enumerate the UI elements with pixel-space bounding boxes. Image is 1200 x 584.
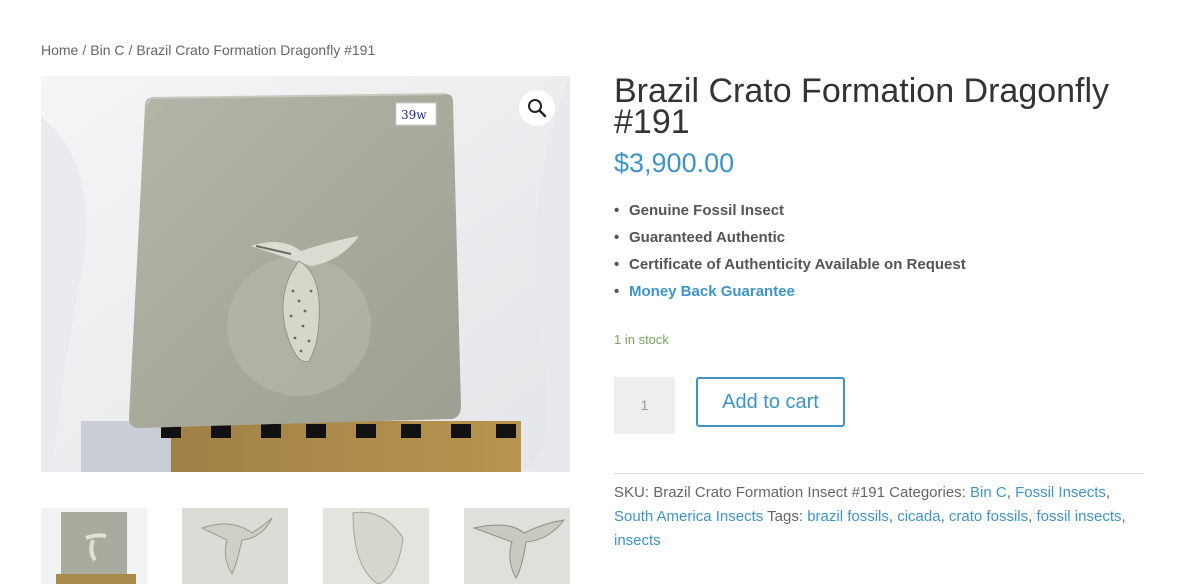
product-main-image[interactable]: 39w	[41, 76, 570, 472]
breadcrumb-separator: /	[82, 42, 87, 58]
product-title: Brazil Crato Formation Dragonfly #191	[614, 72, 1110, 141]
breadcrumb-current: Brazil Crato Formation Dragonfly #191	[136, 42, 376, 58]
specimen-label: 39w	[401, 108, 427, 122]
fossil-photo: 39w	[41, 76, 570, 472]
product-page: Home / Bin C / Brazil Crato Formation Dragon…	[0, 0, 1200, 584]
sku-label: SKU:	[614, 484, 650, 501]
thumbnail-3[interactable]	[323, 508, 429, 584]
tag-link[interactable]: crato fossils	[949, 508, 1028, 525]
add-to-cart-button[interactable]: Add to cart	[696, 377, 845, 427]
tag-link[interactable]: insects	[614, 532, 661, 549]
feature-item: • Genuine Fossil Insect	[614, 202, 785, 219]
divider	[614, 473, 1144, 474]
categories-label: Categories:	[889, 484, 966, 501]
breadcrumb-separator: /	[128, 42, 133, 58]
quantity-input[interactable]: 1	[614, 377, 675, 434]
category-link[interactable]: Bin C	[970, 484, 1007, 501]
thumbnail-1[interactable]	[41, 508, 147, 584]
sku-value: Brazil Crato Formation Insect #191	[653, 484, 885, 501]
magnifier-icon[interactable]	[519, 90, 555, 126]
tag-link[interactable]: cicada	[897, 508, 940, 525]
category-link[interactable]: Fossil Insects	[1015, 484, 1106, 501]
thumbnail-2[interactable]	[182, 508, 288, 584]
thumbnail-4[interactable]	[464, 508, 570, 584]
product-meta: SKU: Brazil Crato Formation Insect #191 …	[614, 484, 1126, 549]
breadcrumb: Home / Bin C / Brazil Crato Formation Dragon…	[41, 42, 375, 58]
money-back-guarantee-link[interactable]: • Money Back Guarantee	[614, 281, 966, 308]
category-link[interactable]: South America Insects	[614, 508, 763, 525]
feature-item: • Certificate of Authenticity Available o…	[614, 256, 966, 273]
tag-link[interactable]: brazil fossils	[807, 508, 889, 525]
feature-list: • Genuine Fossil Insect • Guaranteed Authe…	[614, 200, 966, 308]
breadcrumb-home[interactable]: Home	[41, 42, 78, 58]
breadcrumb-bin-c[interactable]: Bin C	[90, 42, 124, 58]
tags-label: Tags:	[767, 508, 804, 525]
tag-link[interactable]: fossil insects	[1036, 508, 1121, 525]
feature-item: • Guaranteed Authentic	[614, 229, 786, 246]
product-price: $3,900.00	[614, 148, 735, 178]
stock-status: 1 in stock	[614, 332, 669, 347]
thumbnail-strip	[41, 508, 571, 584]
